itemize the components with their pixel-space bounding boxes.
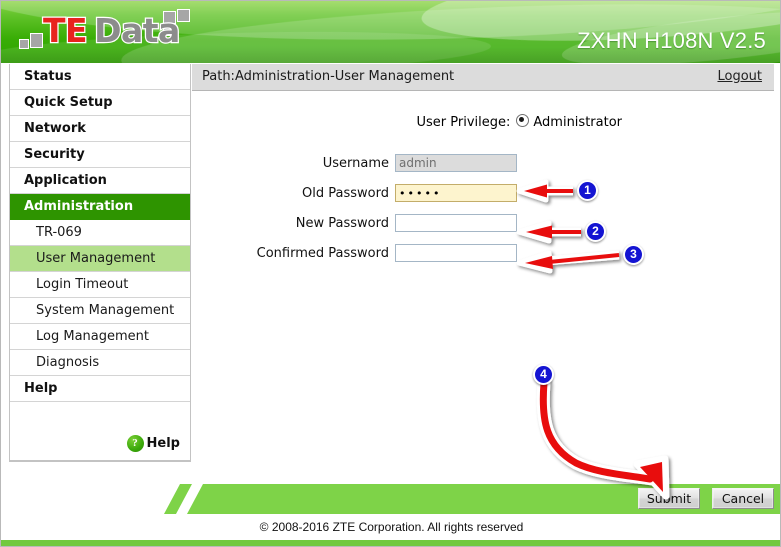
sidebar-item-login-timeout[interactable]: Login Timeout	[10, 272, 190, 298]
te-data-logo: TE Data	[17, 9, 197, 55]
help-link[interactable]: ? Help	[126, 435, 180, 452]
sidebar-item-quick-setup[interactable]: Quick Setup	[10, 90, 190, 116]
copyright-text: © 2008-2016 ZTE Corporation. All rights …	[259, 520, 524, 534]
sidebar-item-network[interactable]: Network	[10, 116, 190, 142]
page-footer: © 2008-2016 ZTE Corporation. All rights …	[1, 514, 780, 540]
breadcrumb: Path:Administration-User Management	[202, 69, 455, 84]
device-model-title: ZXHN H108N V2.5	[577, 28, 766, 53]
username-label: Username	[322, 156, 389, 171]
sidebar-footer: ? Help	[10, 402, 190, 461]
cancel-button[interactable]: Cancel	[712, 488, 774, 509]
new-password-label: New Password	[295, 216, 389, 231]
sidebar-item-administration[interactable]: Administration	[10, 194, 190, 220]
sidebar-nav: Status Quick Setup Network Security Appl…	[9, 64, 191, 462]
sidebar-item-log-management[interactable]: Log Management	[10, 324, 190, 350]
logout-link[interactable]: Logout	[717, 69, 762, 84]
radio-administrator-label: Administrator	[533, 115, 622, 130]
action-bar: Submit Cancel	[1, 484, 780, 514]
sidebar-item-help[interactable]: Help	[10, 376, 190, 402]
user-privilege-row: User Privilege: Administrator	[192, 114, 622, 130]
logo-square-icon-1	[19, 39, 29, 49]
logo-data-text: Data	[93, 10, 182, 52]
sidebar-item-system-management[interactable]: System Management	[10, 298, 190, 324]
username-input	[395, 154, 517, 172]
old-password-label: Old Password	[302, 186, 389, 201]
main-content: User Privilege: Administrator Username Ol…	[192, 92, 774, 484]
breadcrumb-bar: Path:Administration-User Management Logo…	[192, 64, 774, 91]
new-password-input[interactable]	[395, 214, 517, 232]
logo-te-text: TE	[42, 10, 89, 52]
submit-button[interactable]: Submit	[638, 488, 700, 509]
sidebar-item-security[interactable]: Security	[10, 142, 190, 168]
confirmed-password-label: Confirmed Password	[256, 246, 389, 261]
sidebar-item-user-management[interactable]: User Management	[10, 246, 190, 272]
sidebar-item-diagnosis[interactable]: Diagnosis	[10, 350, 190, 376]
old-password-input[interactable]	[395, 184, 517, 202]
logo-square-icon-2	[30, 33, 43, 48]
sidebar-item-tr-069[interactable]: TR-069	[10, 220, 190, 246]
confirmed-password-input[interactable]	[395, 244, 517, 262]
footer-green-strip	[1, 540, 780, 546]
action-bar-chip	[164, 484, 192, 514]
question-mark-icon: ?	[126, 435, 144, 452]
radio-administrator[interactable]	[516, 114, 530, 127]
router-admin-page: TE Data ZXHN H108N V2.5 Status Quick Setu…	[0, 0, 781, 547]
help-link-label: Help	[146, 436, 180, 451]
user-privilege-label: User Privilege:	[416, 115, 511, 130]
logo-wordmark: TE Data	[42, 10, 182, 52]
page-header: TE Data ZXHN H108N V2.5	[1, 1, 780, 63]
sidebar-item-application[interactable]: Application	[10, 168, 190, 194]
sidebar-item-status[interactable]: Status	[10, 64, 190, 90]
